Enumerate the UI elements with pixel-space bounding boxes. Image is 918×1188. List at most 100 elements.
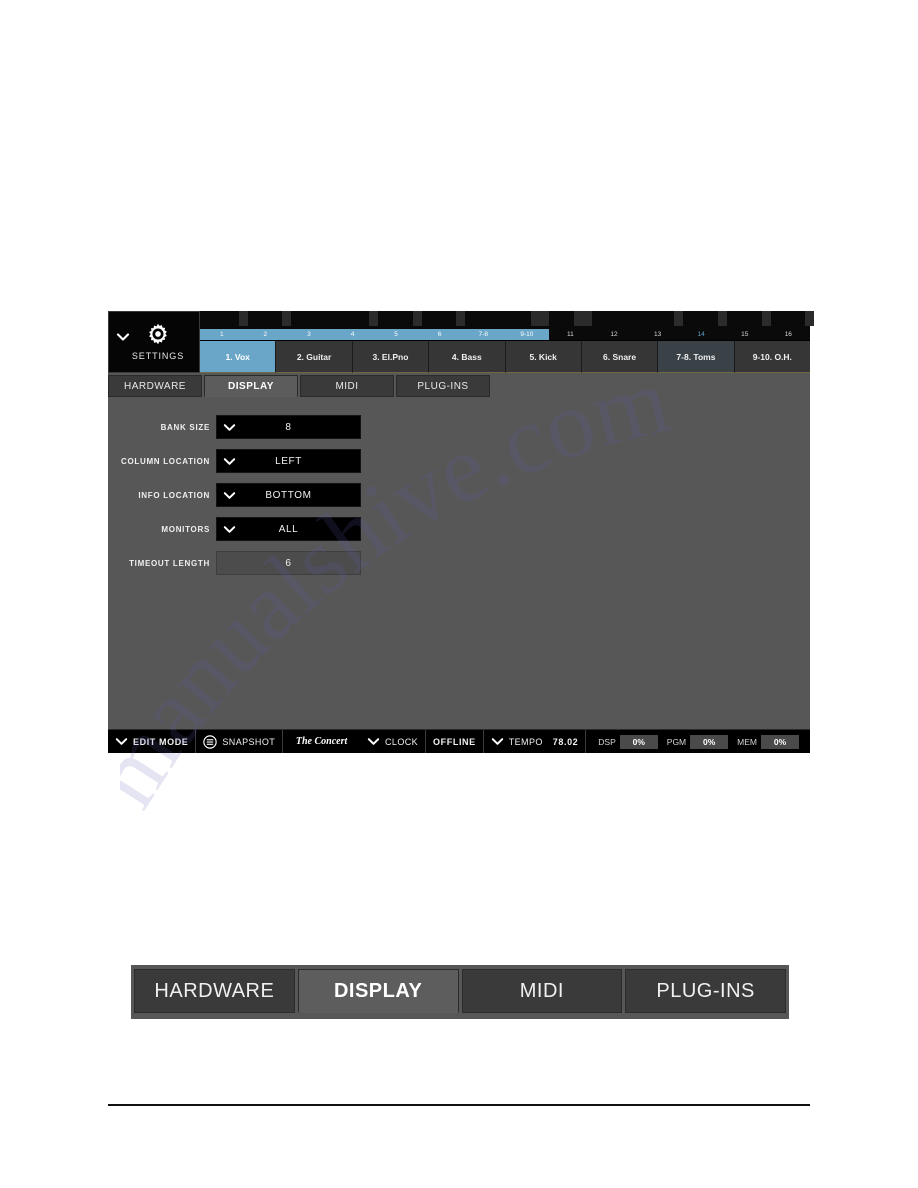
- meter-value: 0%: [619, 734, 658, 749]
- channel-number-cell[interactable]: 4: [330, 329, 375, 340]
- gear-icon: [149, 323, 167, 345]
- channel-button[interactable]: 5. Kick: [505, 341, 582, 373]
- channel-number-cell[interactable]: 6: [417, 329, 462, 340]
- display-settings-form: BANK SIZE 8 COLUMN LOCATION LEFT INFO LOCATI…: [108, 397, 810, 729]
- figure-tab-display[interactable]: DISPLAY: [297, 969, 459, 1013]
- form-row-monitors: MONITORS ALL: [108, 517, 810, 541]
- figure-tab-hardware[interactable]: HARDWARE: [134, 969, 295, 1013]
- channel-button[interactable]: 1. Vox: [200, 341, 277, 373]
- tempo-label: TEMPO: [508, 736, 543, 747]
- channel-number-cell[interactable]: 9-10: [505, 329, 549, 340]
- piano-key: [592, 311, 636, 329]
- stepper-timeout-length[interactable]: 6: [216, 551, 361, 575]
- concert-name[interactable]: The Concert: [283, 736, 360, 747]
- piano-key: [287, 311, 331, 329]
- channel-number-cell[interactable]: 12: [592, 329, 636, 340]
- figure-tab-midi[interactable]: MIDI: [461, 969, 623, 1013]
- settings-button[interactable]: SETTINGS: [108, 311, 200, 373]
- channel-number-cell[interactable]: 3: [287, 329, 331, 340]
- form-row-info-location: INFO LOCATION BOTTOM: [108, 483, 810, 507]
- figure-settings-tab-bar[interactable]: HARDWARE DISPLAY MIDI PLUG-INS: [131, 965, 789, 1019]
- channel-number-cell[interactable]: 1: [200, 329, 244, 340]
- meter-dsp: DSP 0%: [598, 734, 658, 749]
- dropdown-info-location[interactable]: BOTTOM: [216, 483, 361, 507]
- channel-button[interactable]: 9-10. O.H.: [734, 341, 810, 373]
- tab-midi[interactable]: MIDI: [300, 375, 394, 397]
- dropdown-column-location[interactable]: LEFT: [216, 449, 361, 473]
- tempo-button[interactable]: TEMPO 78.02: [484, 730, 587, 753]
- meter-value: 0%: [690, 734, 729, 749]
- piano-key: [244, 311, 292, 329]
- chevron-down-icon: [367, 738, 380, 745]
- tab-display[interactable]: DISPLAY: [204, 375, 298, 397]
- chevron-down-icon: [115, 738, 128, 745]
- channel-number-cell[interactable]: 2: [243, 329, 288, 340]
- channel-number-cell[interactable]: 5: [374, 329, 418, 340]
- channel-button[interactable]: 4. Bass: [429, 341, 506, 373]
- list-circle-icon: [203, 734, 218, 749]
- piano-key: [723, 311, 771, 329]
- channel-number-cell[interactable]: 16: [767, 329, 811, 340]
- form-row-bank-size: BANK SIZE 8: [108, 415, 810, 439]
- piano-key: [200, 311, 248, 329]
- channel-button[interactable]: 7-8. Toms: [658, 341, 735, 373]
- piano-key: [331, 311, 379, 329]
- label-info-location: INFO LOCATION: [138, 490, 210, 500]
- clock-label: CLOCK: [385, 736, 419, 747]
- value-bank-size: 8: [285, 421, 292, 433]
- resource-meters: DSP 0% PGM 0% MEM 0%: [586, 730, 810, 753]
- snapshot-label: SNAPSHOT: [222, 736, 276, 747]
- chevron-down-icon: [491, 738, 503, 745]
- channels-area: 1 2 3 4 5 6 7-8 9-10 11 12 13 14 15 16 1. Vox 2. Guita…: [200, 311, 815, 373]
- channel-button[interactable]: 3. El.Pno: [352, 341, 430, 373]
- snapshot-button[interactable]: SNAPSHOT: [196, 730, 284, 753]
- label-column-location: COLUMN LOCATION: [120, 456, 210, 466]
- channel-number-cell[interactable]: 14: [679, 329, 723, 340]
- form-row-column-location: COLUMN LOCATION LEFT: [108, 449, 810, 473]
- value-info-location: BOTTOM: [265, 489, 312, 501]
- piano-key: [374, 311, 422, 329]
- settings-label: SETTINGS: [131, 351, 185, 361]
- channel-button[interactable]: 2. Guitar: [276, 341, 353, 373]
- channel-number-cell[interactable]: 15: [723, 329, 767, 340]
- dropdown-bank-size[interactable]: 8: [216, 415, 361, 439]
- channel-number-strip[interactable]: 1 2 3 4 5 6 7-8 9-10 11 12 13 14 15 16: [200, 329, 810, 340]
- channel-button-strip[interactable]: 1. Vox 2. Guitar 3. El.Pno 4. Bass 5. Kick 6.…: [200, 340, 810, 373]
- piano-key: [549, 311, 593, 329]
- clock-button[interactable]: CLOCK: [360, 730, 427, 753]
- label-monitors: MONITORS: [161, 524, 210, 534]
- channel-number-cell[interactable]: 7-8: [461, 329, 506, 340]
- tab-plug-ins[interactable]: PLUG-INS: [396, 375, 490, 397]
- clock-status-label: OFFLINE: [433, 736, 476, 747]
- edit-mode-label: EDIT MODE: [133, 736, 189, 747]
- settings-tab-bar[interactable]: HARDWARE DISPLAY MIDI PLUG-INS: [108, 373, 810, 397]
- piano-key: [767, 311, 815, 329]
- chevron-down-icon: [223, 526, 236, 533]
- tab-hardware[interactable]: HARDWARE: [108, 375, 202, 397]
- value-monitors: ALL: [278, 523, 299, 535]
- piano-key: [636, 311, 684, 329]
- dropdown-monitors[interactable]: ALL: [216, 517, 361, 541]
- meter-name: PGM: [666, 736, 687, 747]
- channel-number-cell[interactable]: 13: [636, 329, 680, 340]
- channel-button[interactable]: 6. Snare: [581, 341, 659, 373]
- piano-key: [461, 311, 505, 329]
- status-bar: EDIT MODE SNAPSHOT The Concert CLOCK OFF…: [108, 729, 810, 753]
- piano-key: [505, 311, 549, 329]
- tempo-value: 78.02: [552, 736, 579, 747]
- label-timeout-length: TIMEOUT LENGTH: [129, 558, 210, 568]
- chevron-down-icon: [223, 458, 236, 465]
- piano-key: [679, 311, 727, 329]
- label-bank-size: BANK SIZE: [160, 422, 210, 432]
- form-row-timeout-length: TIMEOUT LENGTH 6: [108, 551, 810, 575]
- meter-value: 0%: [761, 734, 799, 749]
- chevron-down-icon: [223, 492, 236, 499]
- value-timeout-length: 6: [285, 557, 292, 569]
- figure-tab-plug-ins[interactable]: PLUG-INS: [625, 969, 786, 1013]
- chevron-down-icon: [223, 424, 236, 431]
- channel-number-cell[interactable]: 11: [549, 329, 593, 340]
- piano-key: [418, 311, 466, 329]
- footer-divider: [108, 1104, 810, 1106]
- meter-mem: MEM 0%: [737, 734, 799, 749]
- edit-mode-button[interactable]: EDIT MODE: [108, 730, 197, 753]
